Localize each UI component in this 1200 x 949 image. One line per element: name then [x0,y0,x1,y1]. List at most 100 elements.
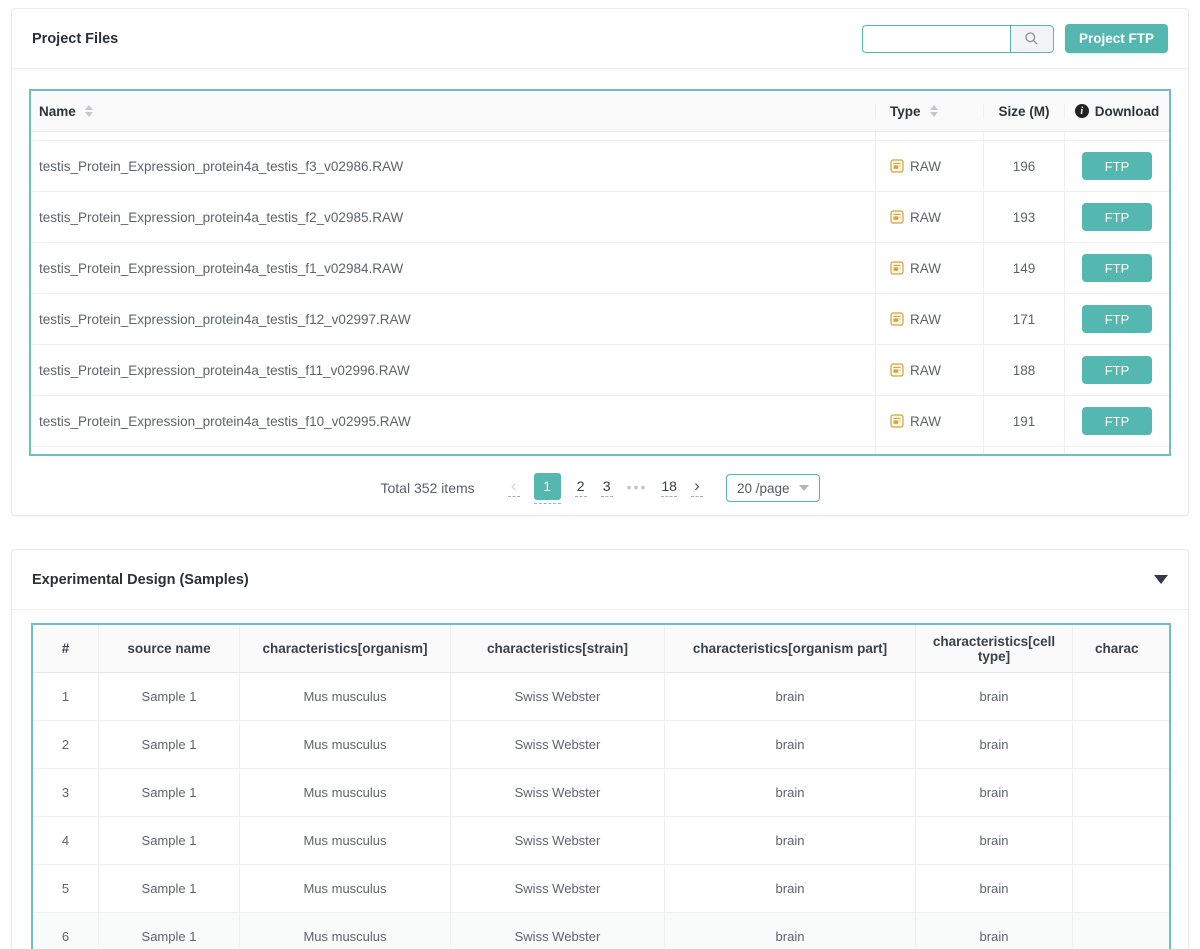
sample-cell: Swiss Webster [451,673,665,720]
table-row: testis_Protein_Expression_protein4a_test… [31,396,1169,447]
page-button[interactable]: 3 [600,479,613,497]
file-name: testis_Protein_Expression_protein4a_test… [39,413,411,429]
project-ftp-button[interactable]: Project FTP [1064,24,1168,53]
sample-cell: 2 [33,721,99,768]
prev-page-button[interactable]: ‹ [507,477,520,498]
samples-table-body: 1 Sample 1 Mus musculus Swiss Webster brain b… [33,673,1169,949]
info-icon: i [1074,104,1089,118]
sample-cell: Sample 1 [99,673,240,720]
file-search-group [861,24,1054,53]
file-type-icon [890,261,904,275]
file-type: RAW [910,158,941,174]
sample-cell: 5 [33,865,99,912]
file-search-input[interactable] [861,24,1010,53]
page: Project Files Project FTP Name Type Size… [0,0,1200,949]
project-files-title: Project Files [32,30,119,47]
samples-column-header: # [33,625,99,672]
search-icon [1024,31,1039,46]
type-column-label: Type [890,103,921,119]
file-name: testis_Protein_Expression_protein4a_test… [39,158,404,174]
table-row: 1 Sample 1 Mus musculus Swiss Webster brain b… [33,673,1169,721]
project-files-card: Project Files Project FTP Name Type Size… [11,8,1189,516]
sample-cell: brain [916,865,1073,912]
search-button[interactable] [1009,24,1054,53]
sort-carets-icon [929,105,938,117]
sample-cell: Sample 1 [99,913,240,949]
samples-column-header: characteristics[organism part] [665,625,916,672]
ftp-download-button[interactable]: FTP [1082,407,1152,435]
sample-cell: brain [665,673,916,720]
samples-table-header: # source name characteristics[organism] cha… [33,625,1169,673]
project-files-body: Name Type Size (M) i Download testis_Pro… [12,69,1188,515]
sample-cell [1073,865,1169,912]
sample-cell: 6 [33,913,99,949]
sample-cell: brain [665,913,916,949]
file-type: RAW [910,209,941,225]
sample-cell: Swiss Webster [451,913,665,949]
sample-cell: Mus musculus [240,673,451,720]
sample-cell: brain [665,865,916,912]
sample-cell: Sample 1 [99,769,240,816]
file-type: RAW [910,260,941,276]
sample-cell [1073,769,1169,816]
sample-cell: Sample 1 [99,865,240,912]
next-page-button[interactable]: › [690,477,703,498]
table-row: 6 Sample 1 Mus musculus Swiss Webster brain b… [33,913,1169,949]
sample-cell: Sample 1 [99,721,240,768]
file-size: 191 [1012,413,1036,429]
table-row: 4 Sample 1 Mus musculus Swiss Webster brain b… [33,817,1169,865]
table-row-partial [31,132,1169,141]
table-row: testis_Protein_Expression_protein4a_test… [31,192,1169,243]
page-button[interactable]: 18 [661,479,677,497]
table-row: 5 Sample 1 Mus musculus Swiss Webster brain b… [33,865,1169,913]
table-row-partial [31,447,1169,454]
column-header-name[interactable]: Name [31,103,876,119]
sample-cell: 4 [33,817,99,864]
sample-cell: Swiss Webster [451,721,665,768]
table-row: 3 Sample 1 Mus musculus Swiss Webster brain b… [33,769,1169,817]
collapse-icon[interactable] [1154,575,1168,584]
project-files-header: Project Files Project FTP [12,9,1188,69]
pager: ‹ 1 2 3 ••• 18 › [501,472,710,504]
table-row: testis_Protein_Expression_protein4a_test… [31,345,1169,396]
sample-cell [1073,817,1169,864]
sample-cell: brain [665,721,916,768]
file-type-icon [890,414,904,428]
sample-cell: brain [916,817,1073,864]
ftp-download-button[interactable]: FTP [1082,152,1152,180]
sample-cell: Swiss Webster [451,817,665,864]
file-name: testis_Protein_Expression_protein4a_test… [39,362,410,378]
page-size-value: 20 /page [736,480,790,496]
ftp-download-button[interactable]: FTP [1082,305,1152,333]
samples-column-header: characteristics[organism] [240,625,451,672]
file-size: 193 [1012,209,1036,225]
files-table: Name Type Size (M) i Download testis_Pro… [29,89,1171,456]
ftp-download-button[interactable]: FTP [1082,203,1152,231]
ftp-download-button[interactable]: FTP [1082,356,1152,384]
file-type: RAW [910,413,941,429]
sample-cell: Swiss Webster [451,865,665,912]
sample-cell: Mus musculus [240,721,451,768]
file-type: RAW [910,362,941,378]
file-name: testis_Protein_Expression_protein4a_test… [39,260,404,276]
sample-cell [1073,721,1169,768]
experimental-design-header: Experimental Design (Samples) [12,550,1188,610]
page-size-select[interactable]: 20 /page [725,474,820,502]
sample-cell: Sample 1 [99,817,240,864]
file-type: RAW [910,311,941,327]
size-column-label: Size (M) [998,103,1050,119]
ftp-download-button[interactable]: FTP [1082,254,1152,282]
sample-cell: 3 [33,769,99,816]
total-items-label: Total 352 items [380,480,475,496]
table-row: testis_Protein_Expression_protein4a_test… [31,294,1169,345]
sample-cell: 1 [33,673,99,720]
column-header-type[interactable]: Type [876,103,984,119]
file-size: 196 [1012,158,1036,174]
column-header-size: Size (M) [984,103,1065,119]
page-button-active[interactable]: 1 [533,472,561,504]
experimental-design-body: # source name characteristics[organism] cha… [12,610,1188,949]
pager-ellipsis-icon: ••• [626,478,648,495]
page-button[interactable]: 2 [574,479,587,497]
files-table-body: testis_Protein_Expression_protein4a_test… [31,132,1169,454]
sort-carets-icon [84,105,93,117]
